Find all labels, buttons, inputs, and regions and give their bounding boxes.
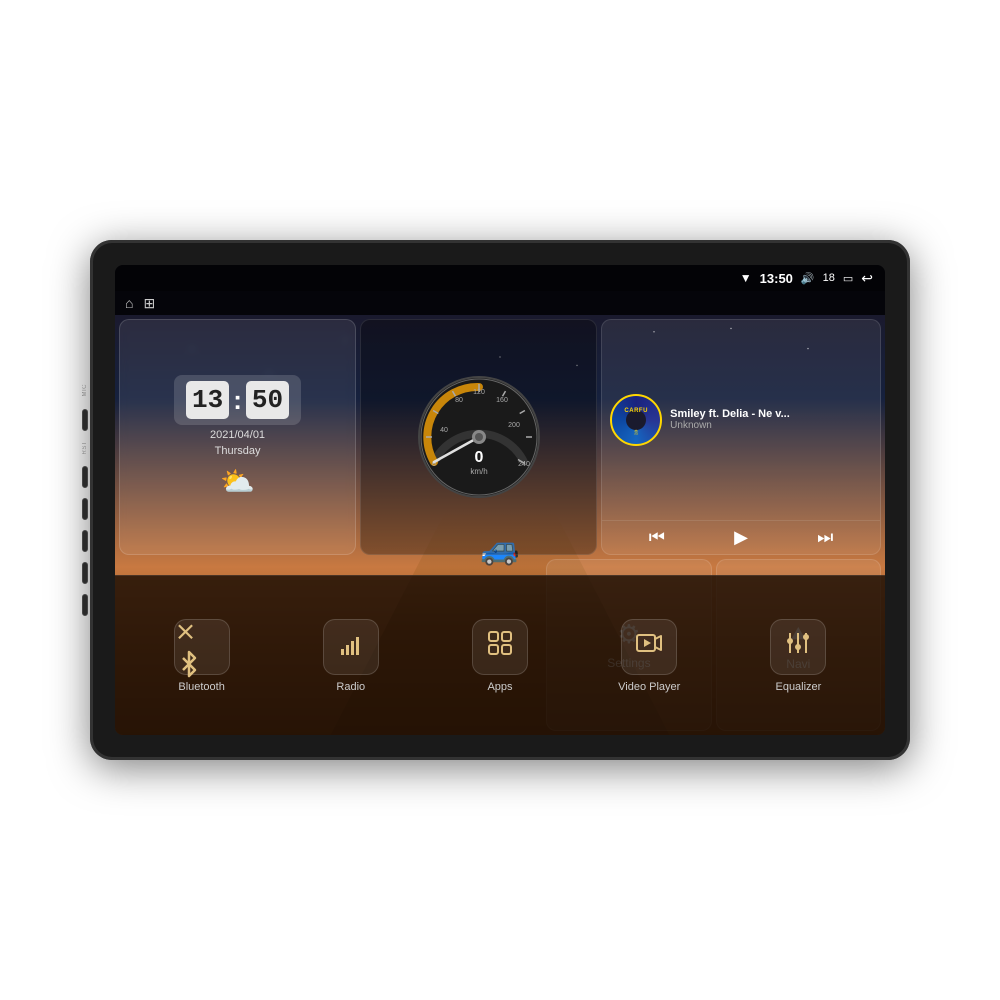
svg-text:200: 200 (508, 422, 520, 429)
battery-icon: ▭ (843, 272, 853, 285)
svg-text:0: 0 (474, 449, 483, 466)
status-time: 13:50 (760, 271, 793, 286)
clock-minute: 50 (246, 381, 289, 419)
apps-icon-wrap (472, 619, 528, 675)
side-buttons: MIC RST (82, 384, 88, 616)
home-nav-icon[interactable]: ⌂ (125, 295, 133, 311)
svg-text:km/h: km/h (470, 467, 487, 476)
equalizer-icon (784, 629, 812, 664)
music-artist: Unknown (670, 420, 872, 431)
radio-item[interactable]: Radio (276, 619, 425, 693)
wifi-icon: ▼ (740, 271, 752, 285)
clock-colon: : (233, 385, 242, 416)
clock-day: Thursday (215, 445, 261, 457)
apps-label: Apps (487, 681, 512, 693)
clock-panel: 13 : 50 2021/04/01 Thursday ⛅ (119, 319, 356, 555)
bottom-bar: ⨯ Bluetooth (115, 575, 885, 735)
apps-icon (486, 629, 514, 664)
equalizer-icon-wrap (770, 619, 826, 675)
clock-display: 13 : 50 (174, 375, 301, 425)
ribbon-decoration: 🎗 (633, 430, 639, 436)
bluetooth-icon-wrap: ⨯ (174, 619, 230, 675)
radio-icon-wrap (323, 619, 379, 675)
apps-item[interactable]: Apps (425, 619, 574, 693)
side-button-vol-down[interactable] (82, 594, 88, 616)
equalizer-label: Equalizer (775, 681, 821, 693)
volume-level: 18 (823, 272, 835, 284)
svg-text:240: 240 (518, 461, 530, 468)
svg-text:160: 160 (496, 397, 508, 404)
speedometer: 0 40 80 120 160 200 240 (414, 372, 544, 502)
mic-label: MIC (82, 384, 88, 397)
equalizer-item[interactable]: Equalizer (724, 619, 873, 693)
carfu-label: CARFU (624, 408, 648, 414)
svg-text:80: 80 (455, 397, 463, 404)
album-art: CARFU 🎗 (610, 394, 662, 446)
svg-text:120: 120 (473, 389, 485, 396)
volume-icon: 🔊 (801, 272, 815, 285)
apps-nav-icon[interactable]: ⊞ (143, 295, 155, 312)
prev-button[interactable]: ⏮ (649, 527, 665, 548)
rst-label: RST (82, 441, 88, 455)
play-button[interactable]: ▶ (734, 527, 748, 548)
music-controls: ⏮ ▶ ⏭ (602, 520, 880, 554)
side-button-home[interactable] (82, 409, 88, 431)
clock-hour: 13 (186, 381, 229, 419)
radio-icon (337, 629, 365, 664)
next-button[interactable]: ⏭ (817, 527, 833, 548)
side-button-vol-up[interactable] (82, 562, 88, 584)
clock-date: 2021/04/01 (210, 429, 265, 441)
svg-text:40: 40 (440, 427, 448, 434)
bluetooth-label: Bluetooth (178, 681, 224, 693)
weather-icon: ⛅ (220, 465, 255, 498)
speedometer-panel: 0 40 80 120 160 200 240 (360, 319, 597, 555)
video-icon-wrap (621, 619, 677, 675)
video-icon (635, 629, 663, 664)
car-head-unit: MIC RST ▼ 13:50 🔊 18 ▭ ↩ ⌂ ⊞ (90, 240, 910, 760)
back-icon[interactable]: ↩ (861, 270, 873, 287)
music-info: Smiley ft. Delia - Ne v... Unknown (670, 408, 872, 431)
bluetooth-item[interactable]: ⨯ Bluetooth (127, 619, 276, 693)
main-content: 🚙 13 : 50 2021/04/01 Thursday ⛅ (115, 315, 885, 735)
screen: ▼ 13:50 🔊 18 ▭ ↩ ⌂ ⊞ 🚙 13 (115, 265, 885, 735)
music-title: Smiley ft. Delia - Ne v... (670, 408, 872, 420)
top-nav: ⌂ ⊞ (115, 291, 885, 315)
music-top: CARFU 🎗 Smiley ft. Delia - Ne v... Unkno… (602, 320, 880, 520)
video-label: Video Player (618, 681, 680, 693)
status-bar: ▼ 13:50 🔊 18 ▭ ↩ (115, 265, 885, 291)
side-button-back[interactable] (82, 530, 88, 552)
bluetooth-icon: ⨯ (175, 616, 229, 678)
side-button-power[interactable] (82, 466, 88, 488)
radio-label: Radio (336, 681, 365, 693)
video-item[interactable]: Video Player (575, 619, 724, 693)
panels-row: 13 : 50 2021/04/01 Thursday ⛅ (115, 315, 885, 559)
music-panel: CARFU 🎗 Smiley ft. Delia - Ne v... Unkno… (601, 319, 881, 555)
side-button-nav[interactable] (82, 498, 88, 520)
